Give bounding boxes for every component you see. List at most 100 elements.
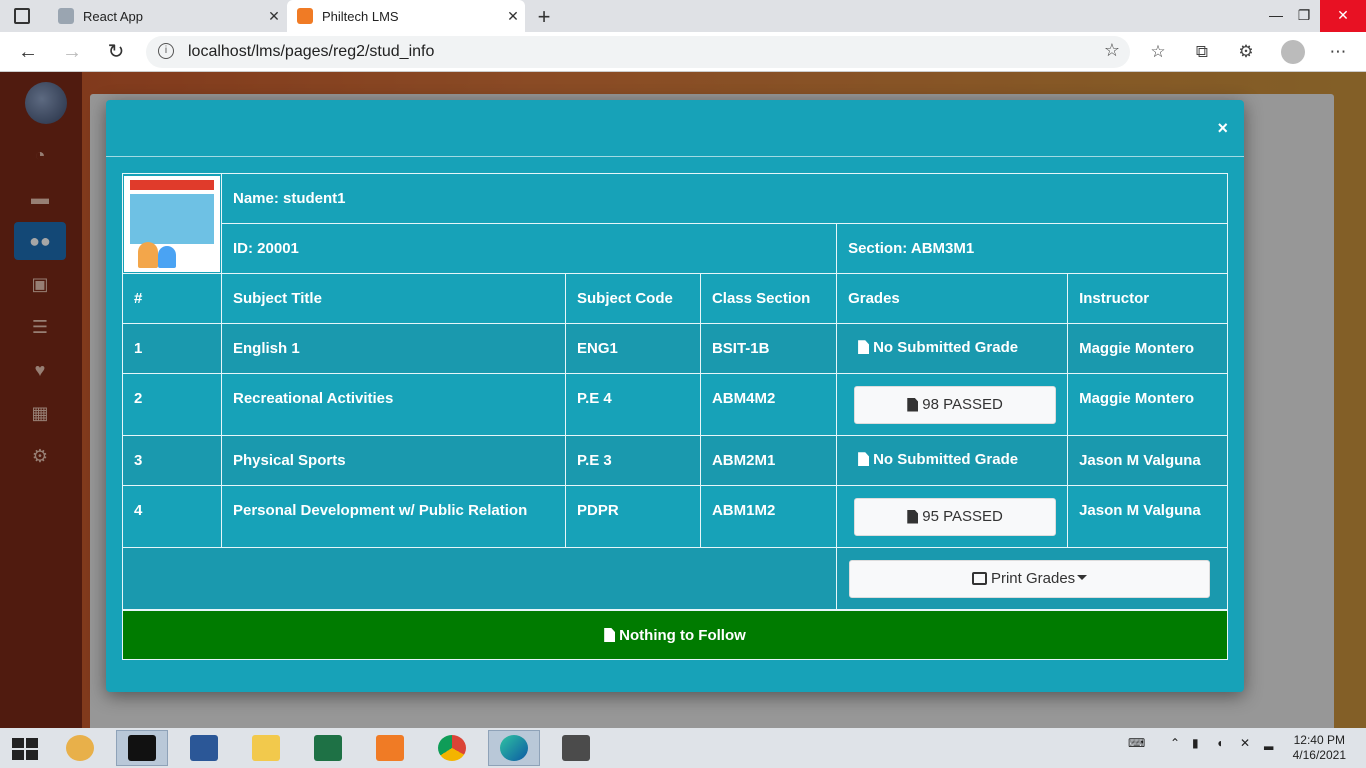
forward-arrow-icon[interactable]: → [58,38,86,66]
tab-label: React App [83,8,143,24]
column-header: Instructor [1067,273,1228,324]
table-header-row: # Subject Title Subject Code Class Secti… [122,273,1228,324]
grade-text: 95 PASSED [922,508,1003,525]
collections-icon[interactable]: ⧉ [1190,40,1214,64]
battery-icon[interactable]: ▮ [1192,736,1199,750]
clock-date: 4/16/2021 [1292,748,1346,762]
subject-code: ENG1 [565,323,701,374]
browser-toolbar: ← → ↻ i localhost/lms/pages/reg2/stud_in… [0,32,1366,72]
modal-header: × [106,100,1244,157]
student-id: ID: 20001 [220,223,838,274]
taskbar-edge-icon[interactable] [488,730,540,766]
more-menu-icon[interactable]: ⋯ [1326,40,1350,64]
print-grades-button[interactable]: Print Grades [849,559,1211,598]
instructor: Maggie Montero [1067,373,1228,436]
taskbar-cmd-icon[interactable] [116,730,168,766]
table-row: 4 Personal Development w/ Public Relatio… [122,485,1228,548]
table-row: 2 Recreational Activities P.E 4 ABM4M2 9… [122,373,1228,436]
student-grades-table: Name: student1 ID: 20001 Section: ABM3M1… [121,173,1228,610]
volume-icon[interactable]: ◖ [1216,736,1223,750]
tab-close-icon[interactable]: ✕ [501,8,525,25]
taskbar-word-icon[interactable] [178,730,230,766]
taskbar-sublime-icon[interactable] [550,730,602,766]
grade-button[interactable]: 95 PASSED [854,497,1057,536]
student-section: Section: ABM3M1 [836,223,1228,274]
subject-title: Physical Sports [221,435,566,486]
address-bar[interactable]: i localhost/lms/pages/reg2/stud_info ☆ [146,36,1130,68]
row-number: 1 [122,323,222,374]
tab-label: Philtech LMS [322,8,399,24]
url-text[interactable]: localhost/lms/pages/reg2/stud_info [188,43,434,61]
subject-code: P.E 4 [565,373,701,436]
grade-text: 98 PASSED [922,396,1003,413]
student-info-modal: × Name: student1 ID: 20001 Section: ABM3… [106,100,1244,692]
student-name: Name: student1 [221,173,1228,224]
keyboard-icon[interactable]: ⌨ [1128,736,1145,750]
window-close-button[interactable]: ✕ [1320,0,1366,32]
column-header: Class Section [699,273,838,324]
grade-text: No Submitted Grade [873,450,1019,468]
student-photo-cell [122,173,222,274]
file-icon [907,397,919,412]
system-clock[interactable]: 12:40 PM 4/16/2021 [1293,733,1346,763]
row-number: 4 [122,485,222,548]
taskbar-xampp-icon[interactable] [364,730,416,766]
taskbar-paint-icon[interactable] [54,730,106,766]
network-warning-icon[interactable]: ✕ [1240,736,1250,750]
back-arrow-icon[interactable]: ← [14,38,42,66]
class-section: ABM1M2 [699,485,838,548]
tab-philtech-lms[interactable]: Philtech LMS ✕ [287,0,525,32]
printer-icon [971,572,987,585]
tab-react-app[interactable]: React App ✕ [48,0,286,32]
caret-down-icon [1077,574,1088,580]
table-row: 1 English 1 ENG1 BSIT-1B No Submitted Gr… [122,323,1228,374]
file-icon [858,340,870,355]
grade-cell: No Submitted Grade [836,435,1069,486]
modal-close-button[interactable]: × [1217,118,1228,139]
taskbar-explorer-icon[interactable] [240,730,292,766]
file-icon [858,452,870,467]
column-header: # [122,273,222,324]
column-header: Subject Code [565,273,701,324]
class-section: BSIT-1B [699,323,838,374]
add-favorite-icon[interactable]: ☆ [1104,40,1120,61]
browser-tabbar: React App ✕ Philtech LMS ✕ + — ❐ ✕ [0,0,1366,32]
grade-button[interactable]: 98 PASSED [854,385,1057,424]
extensions-icon[interactable]: ⚙ [1234,40,1258,64]
subject-code: PDPR [565,485,701,548]
no-grade-status: No Submitted Grade [848,451,1018,468]
tray-chevron-icon[interactable]: ⌃ [1170,736,1180,750]
taskbar-chrome-icon[interactable] [426,730,478,766]
print-cell: Print Grades [836,547,1228,610]
column-header: Subject Title [221,273,566,324]
new-tab-button[interactable]: + [532,4,556,30]
info-icon[interactable]: i [158,43,174,59]
file-icon [907,509,919,524]
subject-title: English 1 [221,323,566,374]
row-number: 2 [122,373,222,436]
start-button[interactable] [12,738,38,760]
class-section: ABM2M1 [699,435,838,486]
profile-avatar[interactable] [1281,40,1305,64]
class-section: ABM4M2 [699,373,838,436]
tab-close-icon[interactable]: ✕ [262,8,286,25]
favorites-icon[interactable]: ☆ [1146,40,1170,64]
instructor: Jason M Valguna [1067,435,1228,486]
row-number: 3 [122,435,222,486]
student-photo [124,175,220,272]
clock-time: 12:40 PM [1293,733,1345,747]
print-label: Print Grades [990,570,1076,587]
grade-cell: No Submitted Grade [836,323,1069,374]
nothing-to-follow-banner: Nothing to Follow [122,610,1228,660]
windows-taskbar: ⌨ ⌃ ▮ ◖ ✕ ▂ 12:40 PM 4/16/2021 [0,728,1366,768]
file-icon [604,628,616,642]
workspaces-icon[interactable] [14,8,30,24]
print-row: Print Grades [121,547,1228,610]
signal-icon[interactable]: ▂ [1264,736,1273,750]
refresh-icon[interactable]: ↻ [102,38,130,66]
subject-title: Personal Development w/ Public Relation [221,485,566,548]
taskbar-excel-icon[interactable] [302,730,354,766]
grade-text: No Submitted Grade [873,338,1019,356]
grade-cell: 95 PASSED [836,485,1069,548]
xampp-favicon-icon [297,8,313,24]
